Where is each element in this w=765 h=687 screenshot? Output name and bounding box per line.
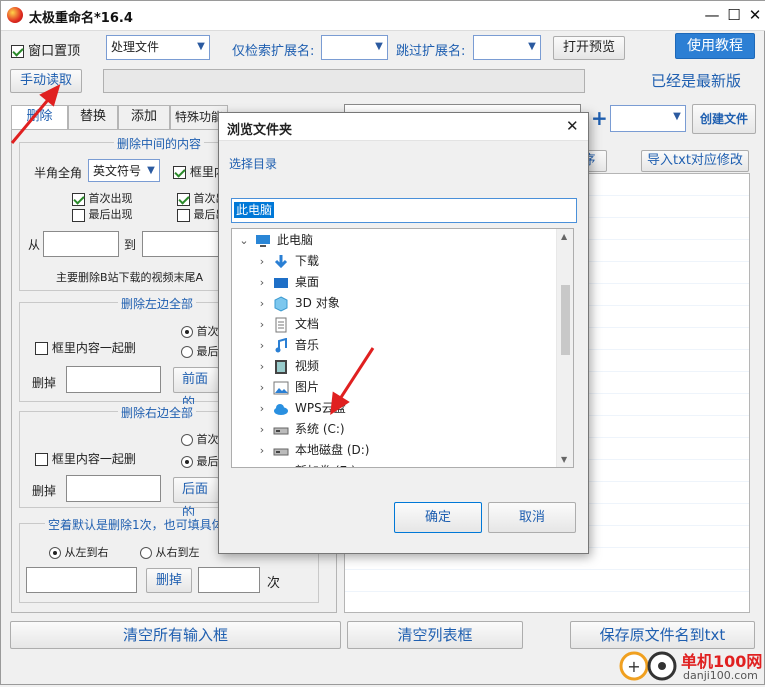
red-arrow-head-2 <box>330 391 350 416</box>
red-arrow-wps <box>336 347 375 403</box>
red-arrow-head-1 <box>39 84 61 107</box>
red-arrow-manual-read <box>10 94 54 144</box>
annotation-arrows <box>10 84 375 416</box>
